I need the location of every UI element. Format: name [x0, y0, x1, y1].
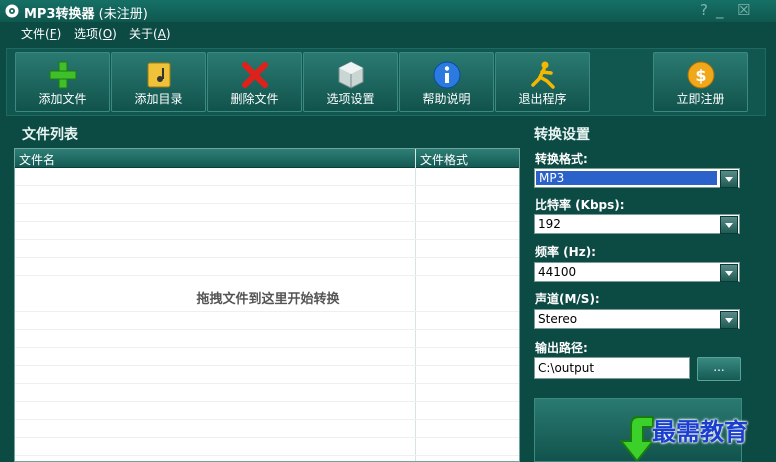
add-dir-button[interactable]: 添加目录 — [111, 52, 206, 112]
row-line — [15, 239, 519, 240]
help-button[interactable]: 帮助说明 — [399, 52, 494, 112]
channel-select[interactable]: Stereo — [534, 309, 740, 329]
chevron-down-icon[interactable] — [720, 264, 738, 282]
row-line — [15, 203, 519, 204]
row-line — [15, 401, 519, 402]
menu-options[interactable]: 选项(O) — [74, 25, 117, 42]
options-button[interactable]: 选项设置 — [303, 52, 398, 112]
row-line — [15, 347, 519, 348]
col-header-name[interactable]: 文件名 — [19, 151, 55, 168]
svg-text:$: $ — [695, 66, 706, 85]
freq-label: 频率 (Hz): — [535, 245, 596, 259]
channel-label: 声道(M/S): — [535, 292, 600, 306]
row-line — [15, 455, 519, 456]
path-label: 输出路径: — [535, 341, 588, 355]
row-line — [15, 419, 519, 420]
add-dir-label: 添加目录 — [134, 92, 183, 106]
row-line — [15, 311, 519, 312]
format-select[interactable]: MP3 — [534, 168, 740, 188]
exit-label: 退出程序 — [518, 92, 567, 106]
bitrate-select[interactable]: 192 — [534, 214, 740, 234]
register-button[interactable]: $ 立即注册 — [653, 52, 748, 112]
folder-music-icon — [147, 62, 171, 88]
add-file-button[interactable]: 添加文件 — [15, 52, 110, 112]
output-path-input[interactable]: C:\output — [534, 357, 690, 379]
add-file-label: 添加文件 — [38, 92, 87, 106]
row-line — [15, 257, 519, 258]
menu-bar: 文件(F) 选项(O) 关于(A) — [0, 22, 776, 42]
delete-file-button[interactable]: 删除文件 — [207, 52, 302, 112]
delete-x-icon — [242, 62, 268, 88]
row-line — [15, 329, 519, 330]
file-list-title: 文件列表 — [22, 127, 78, 143]
row-line — [15, 365, 519, 366]
minimize-button[interactable]: _ — [716, 1, 724, 19]
output-path-value: C:\output — [538, 361, 595, 375]
menu-about[interactable]: 关于(A) — [129, 25, 171, 42]
coin-icon: $ — [687, 61, 715, 89]
freq-select[interactable]: 44100 — [534, 262, 740, 282]
row-line — [15, 383, 519, 384]
delete-file-label: 删除文件 — [230, 92, 279, 106]
app-disc-icon — [5, 4, 19, 18]
row-line — [15, 275, 519, 276]
options-label: 选项设置 — [326, 92, 375, 106]
running-man-icon — [531, 61, 555, 89]
toolbar: 添加文件 添加目录 删除文件 选项设置 帮助说明 退出程序 $ 立即注册 — [6, 48, 766, 116]
browse-button[interactable]: ... — [697, 357, 741, 381]
help-label: 帮助说明 — [422, 92, 471, 106]
channel-value: Stereo — [538, 312, 578, 326]
format-value: MP3 — [536, 171, 717, 185]
drop-hint: 拖拽文件到这里开始转换 — [196, 292, 340, 307]
plus-icon — [49, 61, 77, 89]
info-icon — [433, 61, 461, 89]
cube-icon — [338, 61, 364, 89]
chevron-down-icon[interactable] — [720, 170, 738, 188]
chevron-down-icon[interactable] — [720, 311, 738, 329]
watermark-logo: 最需教育 — [652, 417, 748, 446]
row-line — [15, 437, 519, 438]
list-header: 文件名 文件格式 — [15, 149, 519, 168]
bitrate-value: 192 — [538, 217, 561, 231]
freq-value: 44100 — [538, 265, 577, 279]
chevron-down-icon[interactable] — [720, 216, 738, 234]
exit-button[interactable]: 退出程序 — [495, 52, 590, 112]
close-button[interactable]: ☒ — [737, 1, 750, 19]
settings-title: 转换设置 — [534, 127, 590, 143]
register-label: 立即注册 — [676, 92, 725, 106]
menu-file[interactable]: 文件(F) — [21, 25, 61, 42]
col-header-format[interactable]: 文件格式 — [420, 151, 468, 168]
row-line — [15, 185, 519, 186]
bitrate-label: 比特率 (Kbps): — [535, 198, 625, 212]
title-bar: MP3转换器 (未注册) ? _ ☒ — [0, 0, 776, 22]
window-title: MP3转换器 (未注册) — [24, 7, 148, 22]
format-label: 转换格式: — [535, 152, 588, 166]
help-icon[interactable]: ? — [700, 1, 708, 19]
row-line — [15, 221, 519, 222]
